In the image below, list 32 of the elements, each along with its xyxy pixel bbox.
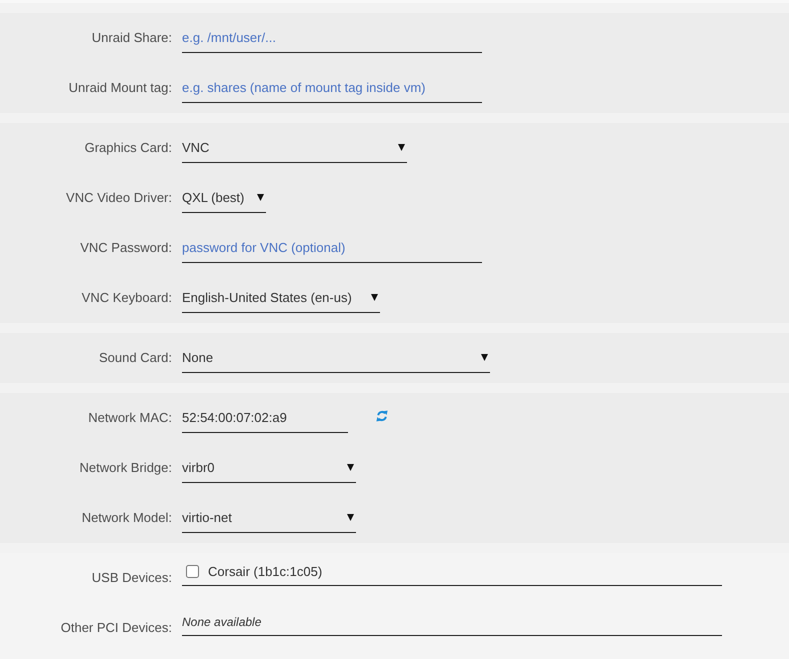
field-label: Unraid Mount tag: <box>68 79 172 98</box>
dropdown[interactable]: QXL (best) <box>182 183 266 213</box>
caret-icon <box>371 294 378 301</box>
text-field[interactable]: e.g. shares (name of mount tag inside vm) <box>182 73 482 103</box>
field-label: VNC Video Driver: <box>65 189 172 208</box>
text-field[interactable]: e.g. /mnt/user/... <box>182 23 482 53</box>
refresh-icon[interactable] <box>376 410 388 422</box>
field-label: VNC Password: <box>79 239 172 258</box>
caret-icon <box>257 194 264 201</box>
field-label: Network Bridge: <box>78 459 172 478</box>
caret-icon <box>347 464 354 471</box>
caret-icon <box>398 144 405 151</box>
caret-icon <box>481 354 488 361</box>
field-label: Network MAC: <box>87 409 172 428</box>
dropdown[interactable]: VNC <box>182 133 407 163</box>
field-label: Sound Card: <box>98 349 172 368</box>
field-label: Unraid Share: <box>90 29 172 48</box>
field-label: Graphics Card: <box>84 139 172 158</box>
text-field[interactable]: 52:54:00:07:02:a9 <box>182 403 348 433</box>
field-label: Network Model: <box>80 509 172 528</box>
caret-icon <box>347 514 354 521</box>
checkbox[interactable] <box>186 565 199 578</box>
dropdown[interactable]: virtio-net <box>182 503 356 533</box>
text-field[interactable]: password for VNC (optional) <box>182 233 482 263</box>
field-label: USB Devices: <box>90 569 172 588</box>
field-label: VNC Keyboard: <box>80 289 172 308</box>
checkbox-label[interactable]: Corsair (1b1c:1c05) <box>208 562 322 582</box>
dropdown[interactable]: English-United States (en-us) <box>182 283 380 313</box>
dropdown[interactable]: None <box>182 343 490 373</box>
empty-list-note: None available <box>182 608 722 636</box>
field-label: Other PCI Devices: <box>60 619 172 638</box>
dropdown[interactable]: virbr0 <box>182 453 356 483</box>
